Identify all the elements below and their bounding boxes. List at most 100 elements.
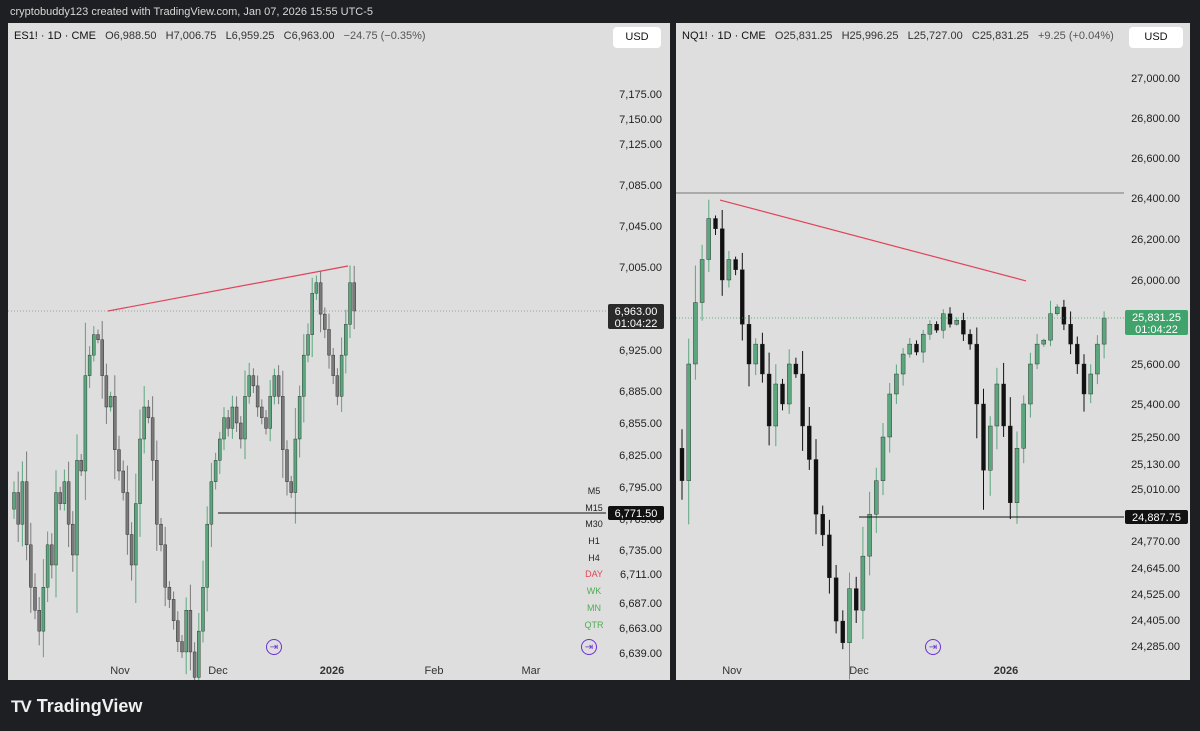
candle-body [268,396,272,429]
timeframe-list: M5 M15 M30 H1 H4 DAY WK MN QTR [574,483,614,633]
es-open: O6,988.50 [105,30,157,42]
candle-body [720,228,725,281]
candle-body [679,448,685,481]
price-axis-label: 26,200.00 [1131,234,1180,246]
candle-body [773,383,779,427]
candle-body [847,588,852,643]
candle-body [914,343,919,353]
nq-chart-panel[interactable]: 27,000.00 26,800.00 26,600.00 26,400.00 26,2… [676,23,1190,680]
candle-body [255,385,260,408]
candle-body [833,577,839,622]
candle-body [45,544,50,588]
candle-body [113,396,117,450]
candle-body [209,481,214,525]
candle-body [289,481,293,493]
candle-body [197,630,201,678]
candle-body [66,481,71,525]
candle-body [1088,373,1093,395]
candle-body [155,460,159,525]
es-symbol[interactable]: ES1! · 1D · CME [14,30,96,42]
price-tag-text: 24,887.75 [1132,512,1181,524]
es-currency-button[interactable]: USD [613,27,661,48]
candle-body [121,470,125,493]
candle-body [230,406,235,429]
es-chart-panel[interactable]: 7,175.00 7,150.00 7,125.00 7,085.00 7,045.00… [8,23,670,680]
price-axis-label: 6,663.00 [619,623,662,635]
nq-change: +9.25 (+0.04%) [1037,30,1114,42]
candle-body [79,460,83,472]
candle-body [302,354,306,397]
candle-body [24,481,29,546]
candle-body [1081,363,1087,395]
candle-body [100,339,104,376]
candle-body [344,324,348,356]
descending-trendline [719,199,1027,282]
timeframe-item[interactable]: QTR [574,617,614,634]
nq-symbol[interactable]: NQ1! · 1D · CME [682,30,766,42]
candle-body [827,534,832,578]
price-axis-label: 7,045.00 [619,221,662,233]
candle-body [894,373,899,395]
es-low: L6,959.25 [225,30,275,42]
candle-body [92,334,96,356]
candle-body [327,329,331,356]
nq-chart-canvas[interactable]: 27,000.00 26,800.00 26,600.00 26,400.00 26,2… [676,23,1190,680]
candle-body [1095,343,1100,375]
candle-body [860,555,866,611]
timeframe-item[interactable]: M15 [574,500,614,517]
candle-body [33,587,37,611]
candle-body [981,403,986,471]
candle-body [176,620,180,642]
candle-body [276,375,281,397]
candle-body [813,459,819,515]
timeframe-item[interactable]: H1 [574,533,614,550]
price-axis-label: 26,800.00 [1131,113,1180,125]
candles [679,199,1107,680]
price-axis-label: 25,400.00 [1131,399,1180,411]
candle-body [880,436,886,481]
candle-body [247,375,251,397]
timeframe-item[interactable]: WK [574,583,614,600]
timeframe-item[interactable]: H4 [574,550,614,567]
timeframe-item[interactable]: M30 [574,516,614,533]
candle-body [713,218,718,229]
price-axis-label: 6,885.00 [619,386,662,398]
candle-body [1001,383,1006,427]
candle-body [941,313,946,331]
price-axis-label: 6,855.00 [619,418,662,430]
price-tag-text: 6,963.00 [615,306,658,318]
price-axis-label: 25,010.00 [1131,484,1180,496]
date-axis-label: Dec [208,665,228,677]
candle-body [840,620,846,643]
price-axis-label: 7,005.00 [619,262,662,274]
candle-body [41,587,46,632]
price-axis-label: 6,711.00 [620,569,662,581]
candle-body [192,651,197,678]
nq-currency-button[interactable]: USD [1129,27,1183,48]
goto-realtime-icon[interactable]: ⇥ [925,639,941,655]
candle-body [887,393,892,438]
candle-body [108,396,113,408]
candle-body [293,438,298,493]
timeframe-item[interactable]: M5 [574,483,614,500]
candle-body [96,334,100,340]
candle-body [75,460,79,556]
date-axis-label: Nov [722,665,742,677]
candle-body [867,513,872,557]
timeframe-item[interactable]: DAY [574,566,614,583]
candles [12,265,356,680]
es-chart-canvas[interactable]: 7,175.00 7,150.00 7,125.00 7,085.00 7,045.00… [8,23,670,680]
price-axis-label: 6,925.00 [619,345,662,357]
timeframe-item[interactable]: MN [574,600,614,617]
price-axis-label: 26,400.00 [1131,193,1180,205]
tradingview-logo[interactable]: TV TradingView [11,696,142,717]
goto-realtime-icon[interactable]: ⇥ [266,639,282,655]
candle-body [1101,317,1107,345]
goto-realtime-icon[interactable]: ⇥ [581,639,597,655]
candle-body [800,373,805,427]
candle-body [352,282,356,312]
price-tag-text: 25,831.25 [1132,312,1181,324]
candle-body [205,523,209,588]
price-axis-label: 7,085.00 [619,180,662,192]
nq-low: L25,727.00 [907,30,963,42]
